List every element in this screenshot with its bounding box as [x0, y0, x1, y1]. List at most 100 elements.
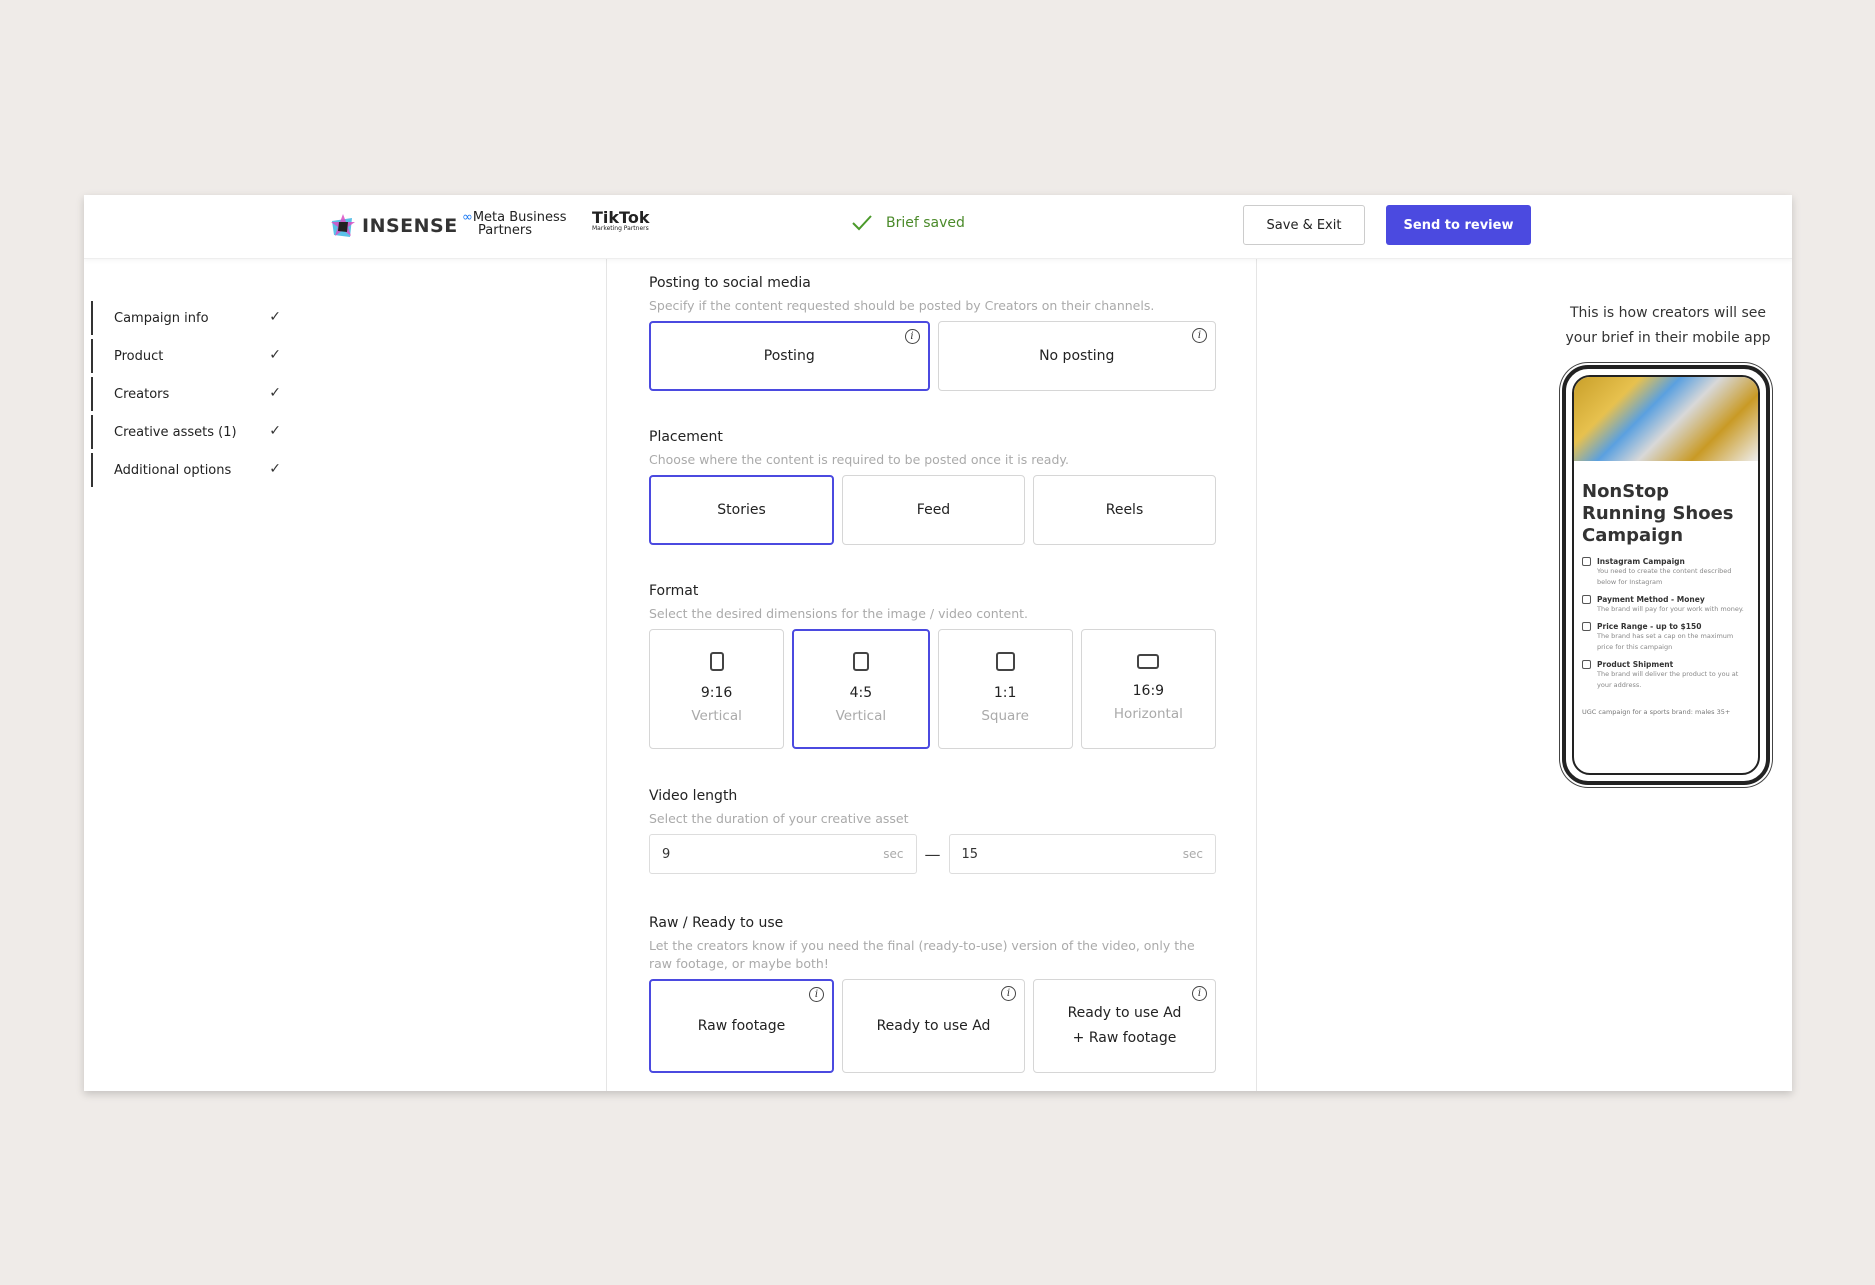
item-text: The brand will pay for your work with mo… [1597, 605, 1744, 613]
sidebar-item-label: Product [114, 348, 164, 364]
check-icon: ✓ [269, 423, 281, 439]
format-label: Horizontal [1113, 706, 1183, 722]
placement-section: Placement Choose where the content is re… [649, 429, 1216, 545]
range-separator: — [924, 844, 941, 864]
info-icon[interactable]: i [1001, 986, 1016, 1001]
portrait-frame-icon [709, 652, 724, 671]
portrait-frame-icon [852, 652, 869, 671]
posting-section: Posting to social media Specify if the c… [649, 275, 1216, 391]
coins-icon [1582, 595, 1591, 604]
meta-icon: ∞ [462, 210, 473, 225]
option-label: Feed [916, 501, 951, 518]
section-title: Posting to social media [649, 275, 811, 291]
section-desc: Select the desired dimensions for the im… [649, 606, 1029, 621]
tiktok-logo: TikTok Marketing Partners [592, 210, 649, 232]
min-length-input[interactable]: 9 sec [649, 834, 917, 874]
format-9-16[interactable]: 9:16 Vertical [649, 629, 785, 749]
option-label: Ready to use Ad [876, 1017, 991, 1034]
landscape-frame-icon [1137, 654, 1160, 669]
item-title: Payment Method - Money [1597, 595, 1705, 604]
format-ratio: 9:16 [700, 685, 733, 701]
meta-partners-logo: ∞Meta Business Partners [462, 211, 567, 237]
unit-label: sec [1182, 847, 1203, 861]
item-text: The brand will deliver the product to yo… [1597, 670, 1739, 689]
sidebar-item-label: Creative assets (1) [114, 424, 237, 440]
price-icon [1582, 622, 1591, 631]
brief-editor: INSENSE ∞Meta Business Partners TikTok M… [84, 195, 1792, 1091]
insense-logo: INSENSE [330, 213, 458, 239]
section-title: Video length [649, 788, 738, 804]
option-feed[interactable]: Feed [842, 475, 1025, 545]
sidebar-item-product[interactable]: Product ✓ [91, 339, 281, 373]
info-icon[interactable]: i [1192, 986, 1207, 1001]
format-ratio: 16:9 [1132, 683, 1165, 699]
format-16-9[interactable]: 16:9 Horizontal [1080, 629, 1216, 749]
campaign-cover-image [1574, 377, 1758, 461]
meta-line2: Partners [478, 223, 533, 238]
preview-footer: UGC campaign for a sports brand: males 3… [1582, 708, 1731, 716]
format-label: Vertical [691, 708, 742, 724]
form-column: Posting to social media Specify if the c… [606, 259, 1257, 1091]
option-reels[interactable]: Reels [1033, 475, 1216, 545]
option-ready-and-raw[interactable]: i Ready to use Ad + Raw footage [1033, 979, 1216, 1073]
preview-caption: This is how creators will see your brief… [1565, 305, 1771, 346]
option-label: Stories [717, 501, 766, 518]
section-title: Raw / Ready to use [649, 915, 784, 931]
info-icon[interactable]: i [809, 987, 824, 1002]
item-text: You need to create the content described… [1597, 567, 1732, 586]
sidebar-item-campaign-info[interactable]: Campaign info ✓ [91, 301, 281, 335]
check-icon: ✓ [269, 385, 281, 401]
section-desc: Select the duration of your creative ass… [649, 811, 909, 826]
format-1-1[interactable]: 1:1 Square [937, 629, 1073, 749]
info-icon[interactable]: i [1192, 328, 1207, 343]
check-icon: ✓ [269, 461, 281, 477]
section-title: Placement [649, 429, 723, 445]
instagram-icon [1582, 557, 1591, 566]
section-desc: Choose where the content is required to … [649, 452, 1069, 467]
max-value: 15 [961, 846, 979, 862]
save-exit-button[interactable]: Save & Exit [1243, 205, 1365, 245]
section-desc: Let the creators know if you need the fi… [649, 938, 1195, 971]
option-label: No posting [1039, 347, 1115, 364]
option-label: Reels [1105, 501, 1144, 518]
insense-star-icon [331, 214, 355, 237]
preview-item: Price Range - up to $150 The brand has se… [1574, 618, 1758, 656]
unit-label: sec [883, 847, 904, 861]
check-icon: ✓ [269, 309, 281, 325]
item-title: Price Range - up to $150 [1597, 622, 1702, 631]
item-title: Instagram Campaign [1597, 557, 1685, 566]
sidebar-item-creative-assets[interactable]: Creative assets (1) ✓ [91, 415, 281, 449]
preview-item: Payment Method - Money The brand will pay… [1574, 591, 1758, 618]
sidebar-item-label: Creators [114, 386, 170, 402]
item-title: Product Shipment [1597, 660, 1674, 669]
sidebar-item-additional-options[interactable]: Additional options ✓ [91, 453, 281, 487]
sidebar-item-label: Campaign info [114, 310, 209, 326]
option-ready-to-use-ad[interactable]: i Ready to use Ad [842, 979, 1025, 1073]
preview-item: Instagram Campaign You need to create the… [1574, 553, 1758, 591]
min-value: 9 [662, 846, 671, 862]
format-label: Square [981, 708, 1029, 724]
tiktok-sub: Marketing Partners [592, 225, 649, 232]
option-no-posting[interactable]: i No posting [937, 321, 1216, 391]
video-length-section: Video length Select the duration of your… [649, 788, 1216, 874]
preview-item: Product Shipment The brand will deliver t… [1574, 656, 1758, 694]
option-label: Ready to use Ad + Raw footage [1067, 1005, 1182, 1046]
format-4-5[interactable]: 4:5 Vertical [792, 629, 930, 749]
brand-name: INSENSE [362, 215, 458, 237]
format-label: Vertical [835, 708, 887, 724]
option-raw-footage[interactable]: i Raw footage [649, 979, 834, 1073]
truck-icon [1582, 660, 1591, 669]
format-ratio: 4:5 [849, 685, 873, 701]
sidebar-item-creators[interactable]: Creators ✓ [91, 377, 281, 411]
option-posting[interactable]: i Posting [649, 321, 930, 391]
format-section: Format Select the desired dimensions for… [649, 583, 1216, 749]
max-length-input[interactable]: 15 sec [948, 834, 1216, 874]
top-bar: INSENSE ∞Meta Business Partners TikTok M… [84, 195, 1792, 259]
sidebar-item-label: Additional options [114, 462, 232, 478]
square-frame-icon [995, 652, 1015, 671]
option-stories[interactable]: Stories [649, 475, 834, 545]
check-icon: ✓ [269, 347, 281, 363]
send-to-review-button[interactable]: Send to review [1386, 205, 1531, 245]
info-icon[interactable]: i [904, 329, 920, 344]
sidebar-nav: Campaign info ✓ Product ✓ Creators ✓ Creati… [91, 301, 281, 491]
